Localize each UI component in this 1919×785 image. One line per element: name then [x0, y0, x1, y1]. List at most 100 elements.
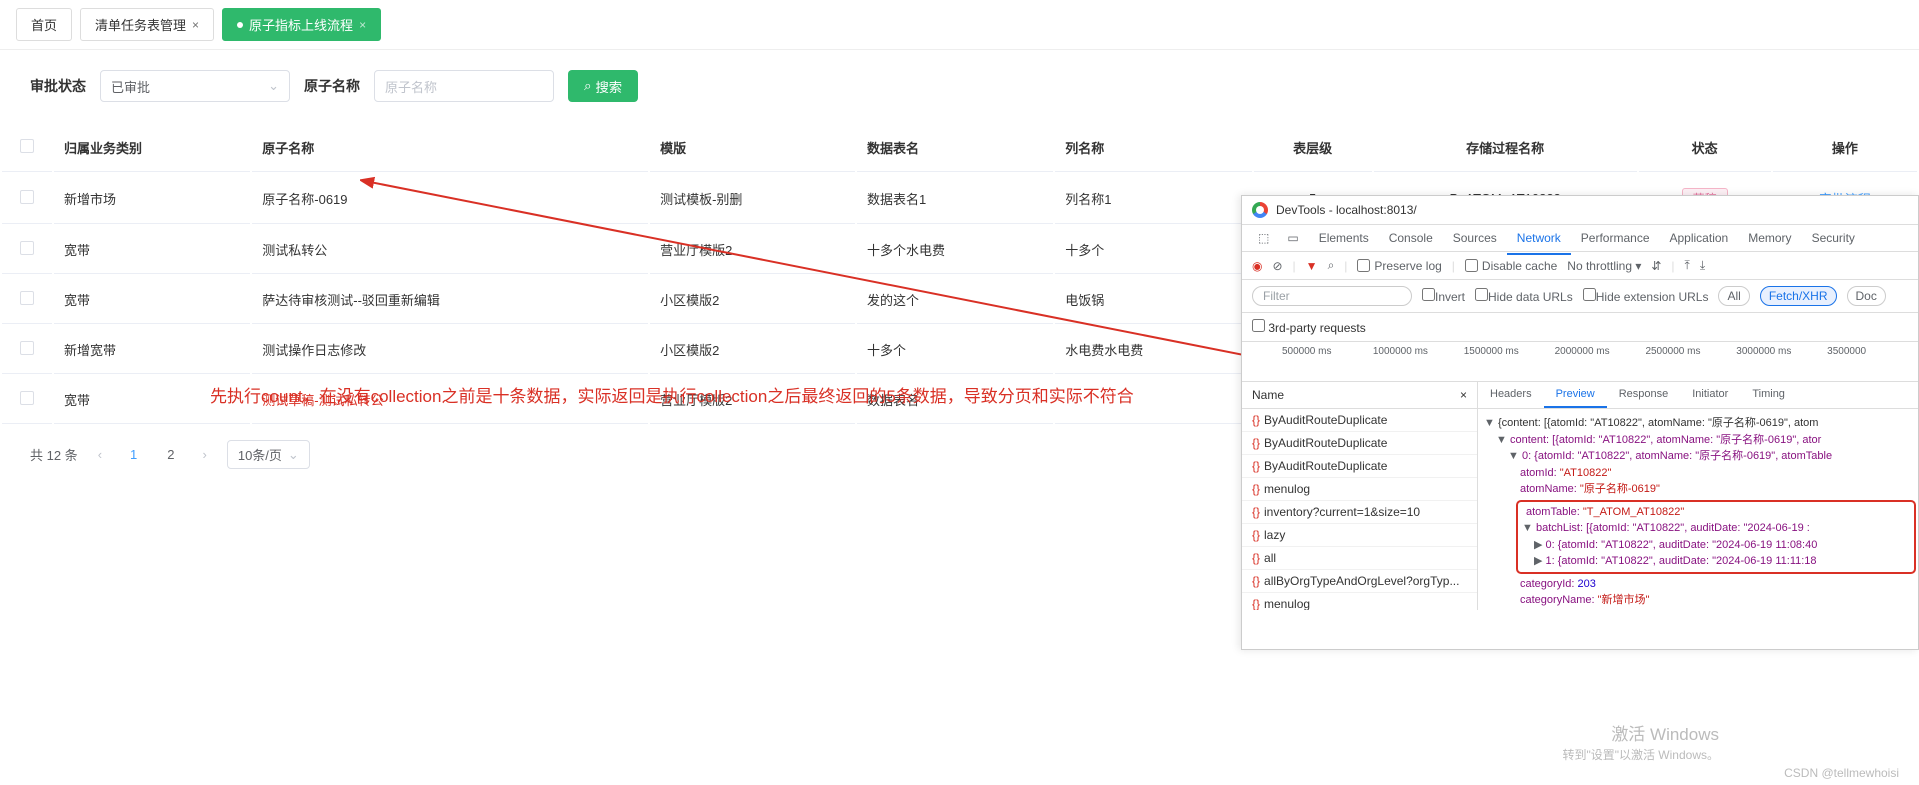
status-select[interactable]: 已审批 ⌄ [100, 70, 290, 102]
preview-tab-preview[interactable]: Preview [1544, 382, 1607, 408]
request-row[interactable]: {}menulog [1242, 593, 1477, 610]
wifi-icon[interactable]: ⇵ [1651, 259, 1661, 273]
third-party-checkbox[interactable]: 3rd-party requests [1242, 313, 1918, 342]
request-row[interactable]: {}all [1242, 547, 1477, 570]
close-icon[interactable]: × [359, 18, 366, 32]
disable-cache-checkbox[interactable]: Disable cache [1465, 259, 1557, 273]
hide-ext-urls-checkbox[interactable]: Hide extension URLs [1583, 288, 1709, 304]
xhr-icon: {} [1252, 413, 1260, 427]
cell-category: 宽带 [54, 226, 250, 274]
devtools-tab-memory[interactable]: Memory [1738, 223, 1801, 253]
device-icon[interactable]: ▭ [1279, 225, 1306, 251]
close-icon[interactable]: × [192, 18, 199, 32]
tab-label: 清单任务表管理 [95, 15, 186, 34]
name-input[interactable]: 原子名称 [374, 70, 554, 102]
cell-category: 新增市场 [54, 174, 250, 224]
chevron-down-icon: ⌄ [268, 78, 279, 94]
request-row[interactable]: {}inventory?current=1&size=10 [1242, 501, 1477, 524]
request-row[interactable]: {}allByOrgTypeAndOrgLevel?orgTyp... [1242, 570, 1477, 593]
upload-icon[interactable]: ⤒ [1685, 258, 1690, 273]
devtools-titlebar: DevTools - localhost:8013/ [1242, 196, 1918, 225]
cell-column: 列名称1 [1055, 174, 1251, 224]
search-button[interactable]: ⌕ 搜索 [568, 70, 638, 102]
preview-tabs: HeadersPreviewResponseInitiatorTiming [1478, 382, 1918, 409]
devtools-tab-network[interactable]: Network [1507, 223, 1571, 255]
close-icon[interactable]: × [1460, 388, 1467, 402]
request-row[interactable]: {}ByAuditRouteDuplicate [1242, 455, 1477, 478]
preview-tab-initiator[interactable]: Initiator [1680, 382, 1740, 408]
tab-task-list[interactable]: 清单任务表管理 × [80, 8, 214, 41]
throttling-select[interactable]: No throttling ▾ [1567, 259, 1641, 273]
filter-all[interactable]: All [1718, 286, 1749, 306]
total-text: 共 12 条 [30, 445, 78, 464]
csdn-watermark: CSDN @tellmewhoisi [1784, 766, 1899, 780]
filter-fetch-xhr[interactable]: Fetch/XHR [1760, 286, 1837, 306]
preview-tab-timing[interactable]: Timing [1740, 382, 1797, 408]
request-list: Name× {}ByAuditRouteDuplicate{}ByAuditRo… [1242, 382, 1478, 610]
devtools-tab-application[interactable]: Application [1660, 223, 1739, 253]
row-checkbox[interactable] [20, 291, 34, 305]
devtools-tab-console[interactable]: Console [1379, 223, 1443, 253]
devtools-tab-elements[interactable]: Elements [1309, 223, 1379, 253]
devtools-tab-sources[interactable]: Sources [1443, 223, 1507, 253]
tab-label: 首页 [31, 15, 57, 34]
tab-home[interactable]: 首页 [16, 8, 72, 41]
windows-watermark-line1: 激活 Windows [1611, 720, 1719, 745]
windows-watermark-line2: 转到"设置"以激活 Windows。 [1562, 746, 1719, 763]
devtools-tab-security[interactable]: Security [1802, 223, 1865, 253]
request-row[interactable]: {}ByAuditRouteDuplicate [1242, 432, 1477, 455]
request-row[interactable]: {}lazy [1242, 524, 1477, 547]
cell-category: 宽带 [54, 276, 250, 324]
row-checkbox[interactable] [20, 341, 34, 355]
request-row[interactable]: {}ByAuditRouteDuplicate [1242, 409, 1477, 432]
xhr-icon: {} [1252, 505, 1260, 519]
download-icon[interactable]: ⤓ [1700, 258, 1705, 273]
cell-atom: 原子名称-0619 [252, 174, 648, 224]
cell-atom: 萨达待审核测试--驳回重新编辑 [252, 276, 648, 324]
name-column-header[interactable]: Name× [1242, 382, 1477, 409]
annotation-text: 先执行count，在没有collection之前是十条数据，实际返回是执行col… [210, 382, 1134, 407]
filter-icon[interactable]: ▼ [1306, 259, 1318, 273]
cell-template: 小区模版2 [650, 326, 855, 374]
cell-template: 测试模板-别删 [650, 174, 855, 224]
prev-page-button[interactable]: ‹ [92, 447, 108, 462]
cell-table: 十多个水电费 [857, 226, 1053, 274]
request-preview: HeadersPreviewResponseInitiatorTiming ▼ … [1478, 382, 1918, 610]
cell-column: 十多个 [1055, 226, 1251, 274]
xhr-icon: {} [1252, 597, 1260, 610]
xhr-icon: {} [1252, 436, 1260, 450]
preserve-log-checkbox[interactable]: Preserve log [1357, 259, 1441, 273]
chrome-icon [1252, 202, 1268, 218]
button-label: 搜索 [595, 77, 622, 96]
devtools-title: DevTools - localhost:8013/ [1276, 203, 1417, 217]
cell-category: 新增宽带 [54, 326, 250, 374]
row-checkbox[interactable] [20, 241, 34, 255]
json-preview[interactable]: ▼ {content: [{atomId: "AT10822", atomNam… [1478, 409, 1918, 610]
invert-checkbox[interactable]: Invert [1422, 288, 1465, 304]
table-header-row: 归属业务类别 原子名称 模版 数据表名 列名称 表层级 存储过程名称 状态 操作 [2, 124, 1917, 172]
page-size-select[interactable]: 10条/页 ⌄ [227, 440, 310, 469]
hide-data-urls-checkbox[interactable]: Hide data URLs [1475, 288, 1573, 304]
page-1[interactable]: 1 [122, 447, 145, 462]
next-page-button[interactable]: › [197, 447, 213, 462]
devtools-tab-performance[interactable]: Performance [1571, 223, 1660, 253]
filter-input[interactable]: Filter [1252, 286, 1412, 306]
page-size-label: 10条/页 [238, 445, 282, 464]
preview-tab-response[interactable]: Response [1607, 382, 1681, 408]
network-timeline[interactable]: 500000 ms1000000 ms1500000 ms2000000 ms2… [1242, 342, 1918, 382]
checkbox-all[interactable] [20, 139, 34, 153]
xhr-icon: {} [1252, 482, 1260, 496]
th-column: 列名称 [1055, 124, 1251, 172]
row-checkbox[interactable] [20, 391, 34, 405]
filter-doc[interactable]: Doc [1847, 286, 1886, 306]
request-row[interactable]: {}menulog [1242, 478, 1477, 501]
page-2[interactable]: 2 [159, 447, 182, 462]
row-checkbox[interactable] [20, 190, 34, 204]
clear-icon[interactable]: ⊘ [1272, 259, 1282, 273]
tab-atom-flow[interactable]: 原子指标上线流程× [222, 8, 381, 41]
devtools-panel: DevTools - localhost:8013/ ⬚ ▭ ElementsC… [1241, 195, 1919, 650]
inspect-icon[interactable]: ⬚ [1250, 225, 1277, 251]
record-icon[interactable]: ◉ [1252, 259, 1262, 273]
preview-tab-headers[interactable]: Headers [1478, 382, 1544, 408]
search-icon[interactable]: ⌕ [1328, 258, 1335, 273]
